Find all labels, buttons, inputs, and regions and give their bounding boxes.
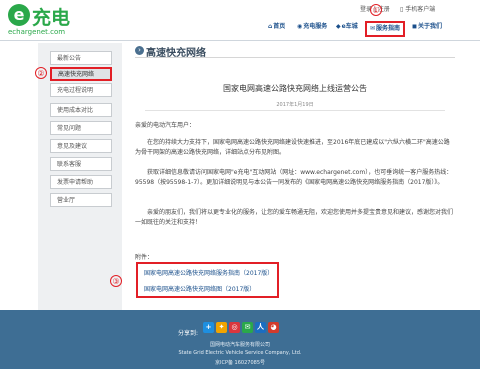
article-date: 2017年1月19日 [276,102,314,108]
logo-icon[interactable]: e [8,4,30,26]
header-divider [0,40,480,41]
article-paragraph-1: 在您的持续大力支持下，国家电网高速公路快充网络建设快速推进，至2016年底已建成… [135,139,450,156]
charging-icon: ◉ [297,23,303,30]
share-weibo-icon[interactable]: ◎ [229,322,240,333]
attachment-label: 附件： [135,254,154,261]
share-label: 分享到: [178,330,199,337]
article-paragraph-2: 获取详细信息敬请访问国家电网"e充电"互动网站（网址：www.echargene… [135,169,453,186]
section-divider [135,57,455,58]
sidebar-item-charging-process[interactable]: 充电过程说明 [50,83,112,97]
article-title: 国家电网高速公路快充网络上线运营公告 [223,84,367,93]
callout-number-1: ① [370,4,382,16]
nav-label: e车城 [341,23,358,30]
share-qzone-icon[interactable]: ✦ [216,322,227,333]
sidebar-item-faq[interactable]: 常见问题 [50,121,112,135]
mobile-client-link[interactable]: ▯ 手机客户端 [400,4,435,13]
sidebar-item-cost-comparison[interactable]: 使用成本对比 [50,103,112,117]
sidebar-item-business-hall[interactable]: 营业厅 [50,193,112,207]
sidebar-item-customer-service[interactable]: 联系客服 [50,157,112,171]
share-kaixin-icon[interactable]: ◕ [268,322,279,333]
share-plus-icon[interactable]: + [203,322,214,333]
logo-text[interactable]: 充电 [32,3,70,30]
nav-item-home[interactable]: ⌂首页 [268,19,285,35]
nav-item-ecar-mall[interactable]: ◆e车城 [336,19,358,35]
attachment-link-network-map[interactable]: 国家电网高速公路快充网络图（2017版） [144,284,255,293]
nav-label: 服务指南 [376,25,401,32]
article-greeting: 亲爱的电动汽车用户： [135,122,196,129]
footer-company-en: State Grid Electric Vehicle Service Comp… [178,350,302,356]
mail-icon: ✉ [370,25,376,32]
callout-number-2: ② [35,67,47,79]
sidebar-item-invoice-help[interactable]: 发票申请帮助 [50,175,112,189]
about-icon: ◼ [412,23,417,30]
nav-item-service-guide[interactable]: ✉服务指南 [365,21,406,37]
phone-icon: ▯ [400,6,404,13]
sidebar-item-highway-fast-charging[interactable]: 高速快充网络 [50,67,112,81]
section-arrow-icon: › [135,46,144,55]
article-paragraph-3: 亲爱的朋友们，我们将以更专业化的服务，让您的爱车畅通无阻，欢迎您使用并多提宝贵意… [135,209,454,226]
nav-item-charging-service[interactable]: ◉充电服务 [297,19,327,35]
share-wechat-icon[interactable]: ✉ [242,322,253,333]
sidebar-item-latest-notice[interactable]: 最新公告 [50,51,112,65]
logo-url: echargenet.com [8,28,66,36]
diamond-icon: ◆ [336,23,341,30]
home-icon: ⌂ [268,23,273,30]
nav-label: 首页 [273,23,286,30]
nav-item-about-us[interactable]: ◼关于我们 [412,19,442,35]
article-divider [145,110,445,111]
footer-icp[interactable]: 京ICP备 16027085号 [0,359,480,366]
attachment-link-service-guide[interactable]: 国家电网高速公路快充网络服务指南（2017版） [144,268,273,277]
sidebar-item-feedback[interactable]: 意见及建议 [50,139,112,153]
nav-label: 充电服务 [303,23,328,30]
mobile-client-label: 手机客户端 [405,6,436,13]
footer-company: 国网电动汽车服务有限公司 [209,342,270,348]
callout-number-3: ③ [110,275,122,287]
nav-label: 关于我们 [417,23,442,30]
share-renren-icon[interactable]: 人 [255,322,266,333]
